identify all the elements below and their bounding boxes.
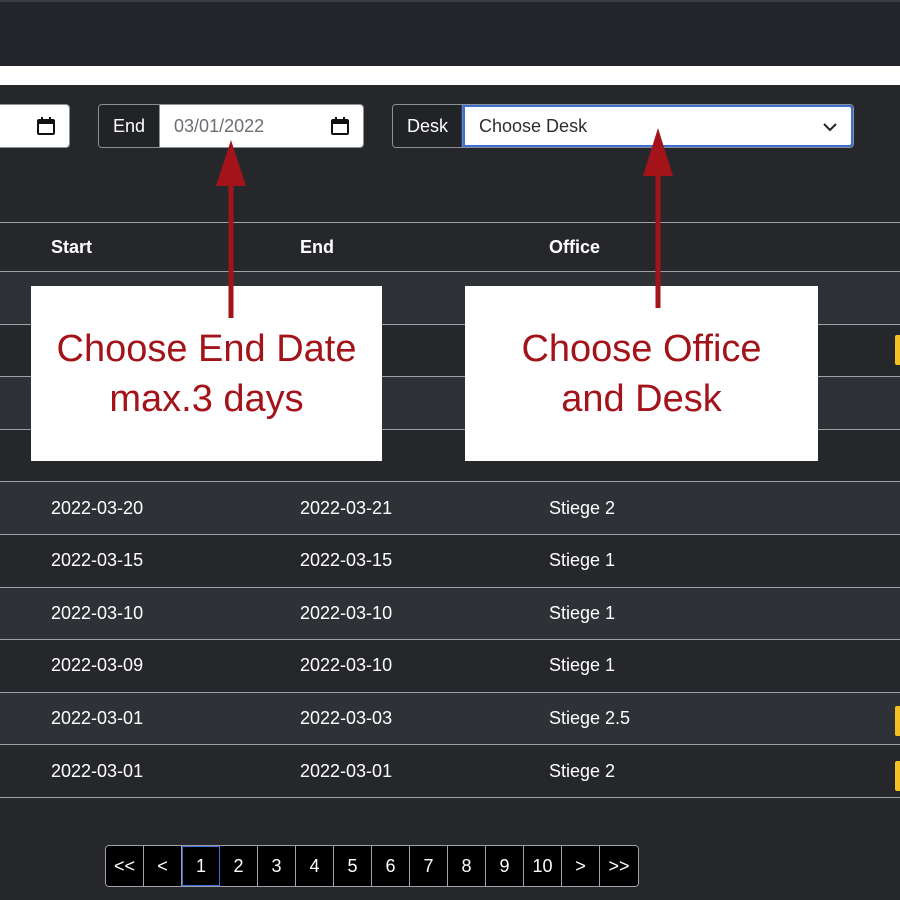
cell-start: 2022-03-01 (51, 760, 144, 781)
pagination: << < 1 2 3 4 5 6 7 8 9 10 > >> (105, 845, 639, 887)
page-button-6[interactable]: 6 (372, 846, 410, 886)
table-row[interactable]: 2022-03-15 2022-03-15 Stiege 1 (0, 534, 900, 588)
annotation-text: max.3 days (109, 377, 304, 420)
cell-office: Stiege 2.5 (549, 708, 631, 729)
page-button-4[interactable]: 4 (296, 846, 334, 886)
cell-end: 2022-03-15 (300, 550, 393, 571)
desk-group: Desk Choose Desk (392, 104, 854, 148)
page-button-8[interactable]: 8 (448, 846, 486, 886)
action-button[interactable] (895, 761, 900, 791)
action-button[interactable] (895, 706, 900, 736)
start-date-group (0, 104, 70, 148)
start-date-input[interactable] (0, 105, 69, 147)
calendar-icon[interactable] (331, 117, 349, 135)
table-row[interactable]: 2022-03-01 2022-03-01 Stiege 2 (0, 744, 900, 798)
end-date-label: End (99, 105, 161, 147)
column-header-office[interactable]: Office (549, 222, 900, 272)
cell-end: 2022-03-10 (300, 602, 393, 623)
page-button-9[interactable]: 9 (486, 846, 524, 886)
annotation-office-desk: Choose Office and Desk (465, 286, 818, 461)
calendar-icon[interactable] (37, 117, 55, 135)
end-date-value: 03/01/2022 (174, 115, 265, 136)
cell-end: 2022-03-01 (300, 760, 393, 781)
cell-start: 2022-03-20 (51, 497, 144, 518)
top-navbar (0, 0, 900, 66)
table-row[interactable]: 2022-03-01 2022-03-03 Stiege 2.5 (0, 692, 900, 745)
end-date-input[interactable]: 03/01/2022 (160, 105, 363, 147)
cell-office: Stiege 2 (549, 497, 616, 518)
cell-office: Stiege 2 (549, 760, 616, 781)
page-button-3[interactable]: 3 (258, 846, 296, 886)
annotation-text: and Desk (561, 377, 722, 420)
annotation-text: Choose Office (521, 327, 762, 370)
column-header-end[interactable]: End (300, 222, 549, 272)
table-header-row: Start End Office (0, 222, 900, 272)
page-button-1[interactable]: 1 (182, 846, 220, 886)
cell-office: Stiege 1 (549, 602, 616, 623)
column-header-start[interactable]: Start (0, 222, 300, 272)
cell-start: 2022-03-09 (51, 655, 144, 676)
annotation-end-date: Choose End Date max.3 days (31, 286, 382, 461)
table-row[interactable]: 2022-03-10 2022-03-10 Stiege 1 (0, 587, 900, 640)
action-button[interactable] (895, 335, 900, 365)
page-button-10[interactable]: 10 (524, 846, 562, 886)
chevron-down-icon (823, 116, 837, 137)
header-strip (0, 66, 900, 85)
desk-label: Desk (393, 105, 464, 147)
table-row[interactable]: 2022-03-09 2022-03-10 Stiege 1 (0, 639, 900, 693)
page-button-2[interactable]: 2 (220, 846, 258, 886)
prev-page-button[interactable]: < (144, 846, 182, 886)
page-button-5[interactable]: 5 (334, 846, 372, 886)
cell-start: 2022-03-10 (51, 602, 144, 623)
first-page-button[interactable]: << (106, 846, 144, 886)
next-page-button[interactable]: > (562, 846, 600, 886)
end-date-group: End 03/01/2022 (98, 104, 364, 148)
cell-office: Stiege 1 (549, 550, 616, 571)
last-page-button[interactable]: >> (600, 846, 638, 886)
annotation-text: Choose End Date (56, 327, 357, 370)
table-row[interactable]: 2022-03-20 2022-03-21 Stiege 2 (0, 481, 900, 535)
desk-select[interactable]: Choose Desk (463, 105, 853, 147)
cell-end: 2022-03-03 (300, 708, 393, 729)
cell-office: Stiege 1 (549, 655, 616, 676)
page-button-7[interactable]: 7 (410, 846, 448, 886)
desk-select-value: Choose Desk (479, 115, 588, 136)
cell-start: 2022-03-01 (51, 708, 144, 729)
cell-start: 2022-03-15 (51, 550, 144, 571)
cell-end: 2022-03-21 (300, 497, 393, 518)
cell-end: 2022-03-10 (300, 655, 393, 676)
